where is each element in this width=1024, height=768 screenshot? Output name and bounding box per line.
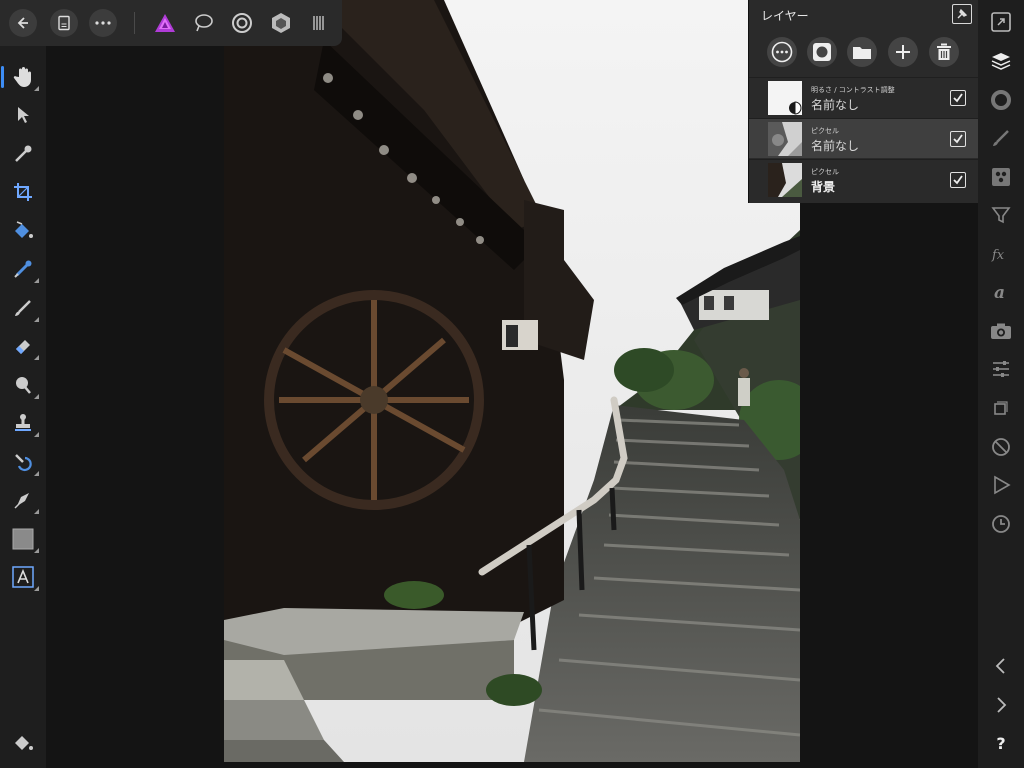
panel-title: レイヤー	[761, 9, 809, 23]
back-icon[interactable]	[9, 9, 37, 37]
studio-toolbar: fx a ?	[978, 0, 1024, 768]
svg-text:a: a	[994, 283, 1005, 302]
photo-image	[224, 0, 800, 762]
layer-thumbnail	[768, 163, 802, 197]
delete-layer-icon[interactable]	[929, 37, 959, 67]
layer-visibility-checkbox[interactable]	[950, 90, 966, 106]
layer-row[interactable]: 明るさ / コントラスト調整 名前なし	[749, 77, 978, 117]
macro-icon[interactable]	[983, 468, 1019, 502]
svg-text:fx: fx	[991, 248, 1005, 263]
photo-persona-icon[interactable]	[151, 9, 179, 37]
layer-type-label: 明るさ / コントラスト調整	[811, 86, 895, 94]
layer-options-icon[interactable]	[767, 37, 797, 67]
adjustments-icon[interactable]	[983, 198, 1019, 232]
add-layer-icon[interactable]	[888, 37, 918, 67]
layer-name: 名前なし	[811, 98, 860, 112]
rectangle-tool-icon[interactable]	[5, 522, 41, 556]
brushes-icon[interactable]	[983, 121, 1019, 155]
liquify-persona-icon[interactable]	[190, 9, 218, 37]
develop-persona-icon[interactable]	[228, 9, 256, 37]
layer-visibility-checkbox[interactable]	[950, 172, 966, 188]
color-picker-icon[interactable]	[5, 137, 41, 171]
transform-icon[interactable]	[983, 352, 1019, 386]
toolbar-separator	[134, 12, 135, 34]
affinity-photo-app: レイヤー 明るさ / コントラスト調整 名前なし ピクセル 名前なし ピクセル …	[0, 0, 1024, 768]
pen-tool-icon[interactable]	[5, 483, 41, 517]
layer-visibility-checkbox[interactable]	[950, 131, 966, 147]
clone-brush-icon[interactable]	[5, 406, 41, 440]
layer-row[interactable]: ピクセル 名前なし	[749, 118, 978, 158]
layer-type-label: ピクセル	[811, 168, 839, 176]
stock-icon[interactable]	[983, 314, 1019, 348]
fill-bucket-icon[interactable]	[5, 726, 41, 760]
color-icon[interactable]	[983, 83, 1019, 117]
layer-row[interactable]: ピクセル 背景	[749, 159, 978, 199]
layer-type-label: ピクセル	[811, 127, 839, 135]
erase-brush-icon[interactable]	[5, 329, 41, 363]
layer-name: 背景	[811, 180, 836, 194]
layers-panel: レイヤー 明るさ / コントラスト調整 名前なし ピクセル 名前なし ピクセル …	[748, 0, 978, 203]
healing-brush-icon[interactable]	[5, 445, 41, 479]
top-toolbar	[0, 0, 342, 46]
selection-brush-icon[interactable]	[5, 252, 41, 286]
export-persona-icon[interactable]	[305, 9, 333, 37]
tone-mapping-persona-icon[interactable]	[267, 9, 295, 37]
history-icon[interactable]	[983, 507, 1019, 541]
left-toolbar	[0, 46, 46, 768]
disable-icon[interactable]	[983, 430, 1019, 464]
help-label: ?	[996, 733, 1006, 753]
paint-brush-icon[interactable]	[5, 291, 41, 325]
crop-icon[interactable]	[5, 175, 41, 209]
help-icon[interactable]: ?	[983, 726, 1019, 760]
layers-icon[interactable]	[983, 44, 1019, 78]
pin-panel-icon[interactable]	[952, 4, 972, 24]
effects-icon[interactable]: fx	[983, 237, 1019, 271]
layer-thumbnail	[768, 122, 802, 156]
channels-icon[interactable]	[983, 160, 1019, 194]
more-icon[interactable]	[89, 9, 117, 37]
document-icon[interactable]	[50, 9, 78, 37]
chevron-left-icon[interactable]	[983, 649, 1019, 683]
view-tool-icon[interactable]	[1, 60, 41, 94]
navigator-icon[interactable]	[983, 5, 1019, 39]
selection-icon[interactable]	[983, 391, 1019, 425]
layer-thumbnail	[768, 81, 802, 115]
layer-name: 名前なし	[811, 139, 860, 153]
move-tool-icon[interactable]	[5, 98, 41, 132]
mask-icon[interactable]	[807, 37, 837, 67]
group-icon[interactable]	[847, 37, 877, 67]
text-styles-icon[interactable]: a	[983, 275, 1019, 309]
chevron-right-icon[interactable]	[983, 688, 1019, 722]
flood-fill-icon[interactable]	[5, 214, 41, 248]
artistic-text-icon[interactable]	[5, 560, 41, 594]
dodge-brush-icon[interactable]	[5, 368, 41, 402]
